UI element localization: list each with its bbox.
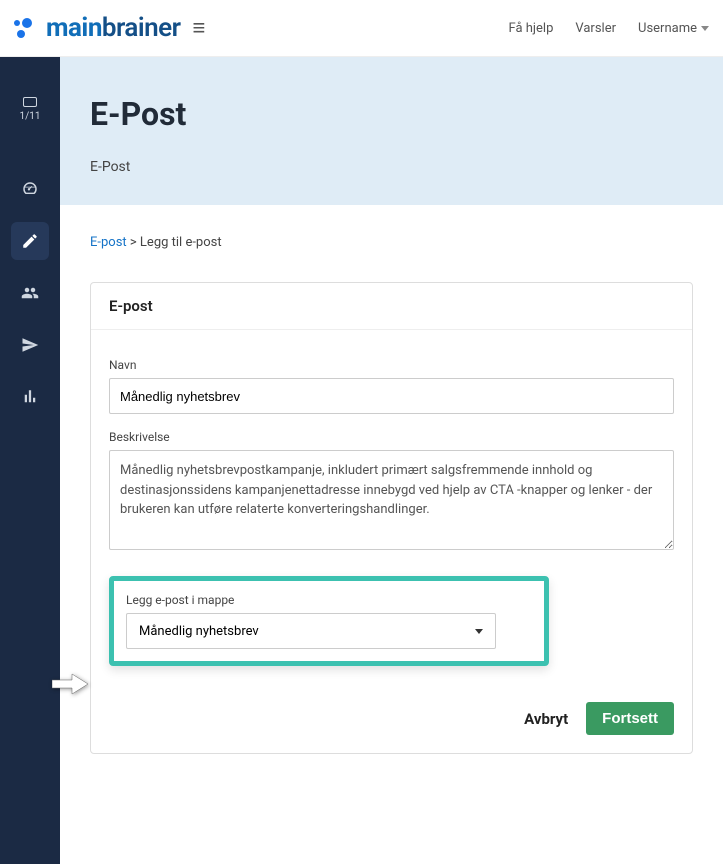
breadcrumb-link[interactable]: E-post xyxy=(90,235,127,250)
sidebar-item-users[interactable] xyxy=(11,274,49,312)
username-label: Username xyxy=(638,21,697,36)
hamburger-menu-icon[interactable]: ≡ xyxy=(193,15,206,41)
description-label: Beskrivelse xyxy=(109,430,674,444)
pencil-icon xyxy=(21,232,39,250)
folder-highlight-box: Legg e-post i mappe Månedlig nyhetsbrev xyxy=(109,576,549,666)
help-link[interactable]: Få hjelp xyxy=(508,21,553,36)
page-title: E-Post xyxy=(90,95,693,133)
topbar: mainbrainer ≡ Få hjelp Varsler Username xyxy=(0,0,723,57)
user-menu[interactable]: Username xyxy=(638,21,709,36)
logo[interactable]: mainbrainer xyxy=(14,13,181,43)
breadcrumb-current: Legg til e-post xyxy=(140,235,222,250)
email-panel: E-post Navn Beskrivelse Legg e-post i ma… xyxy=(90,282,693,754)
panel-body: Navn Beskrivelse Legg e-post i mappe Mån… xyxy=(91,330,692,684)
panel-footer: Avbryt Fortsett xyxy=(91,684,692,753)
chevron-down-icon xyxy=(475,629,483,634)
sidebar-item-compose[interactable] xyxy=(11,222,49,260)
panel-header: E-post xyxy=(91,283,692,330)
step-counter: 1/11 xyxy=(20,111,41,122)
folder-label: Legg e-post i mappe xyxy=(126,593,532,607)
logo-text-main: main xyxy=(46,13,102,43)
name-label: Navn xyxy=(109,358,674,372)
name-input[interactable] xyxy=(109,378,674,414)
gauge-icon xyxy=(21,180,39,198)
page-content: E-post > Legg til e-post E-post Navn Bes… xyxy=(60,205,723,784)
chevron-down-icon xyxy=(701,26,709,31)
sidebar-item-analytics[interactable] xyxy=(11,378,49,416)
breadcrumb-separator: > xyxy=(127,235,140,250)
description-textarea[interactable] xyxy=(109,450,674,550)
page-subtitle: E-Post xyxy=(90,159,693,175)
main-content: E-Post E-Post E-post > Legg til e-post E… xyxy=(60,57,723,864)
page-hero: E-Post E-Post xyxy=(60,57,723,205)
sidebar: 1/11 xyxy=(0,57,60,864)
folder-select-value: Månedlig nyhetsbrev xyxy=(139,624,259,639)
sidebar-item-send[interactable] xyxy=(11,326,49,364)
users-icon xyxy=(21,284,39,302)
logo-dots-icon xyxy=(14,18,40,38)
topbar-right: Få hjelp Varsler Username xyxy=(508,21,709,36)
folder-select[interactable]: Månedlig nyhetsbrev xyxy=(126,613,496,649)
list-icon xyxy=(23,97,37,107)
bar-chart-icon xyxy=(21,388,39,406)
paper-plane-icon xyxy=(21,336,39,354)
sidebar-item-dashboard[interactable] xyxy=(11,170,49,208)
continue-button[interactable]: Fortsett xyxy=(586,702,674,735)
breadcrumb: E-post > Legg til e-post xyxy=(90,235,693,250)
annotation-arrow-icon xyxy=(52,672,88,696)
cancel-button[interactable]: Avbryt xyxy=(524,710,568,728)
sidebar-step-indicator: 1/11 xyxy=(20,97,41,122)
alerts-link[interactable]: Varsler xyxy=(575,21,616,36)
logo-text-brainer: brainer xyxy=(102,13,181,43)
